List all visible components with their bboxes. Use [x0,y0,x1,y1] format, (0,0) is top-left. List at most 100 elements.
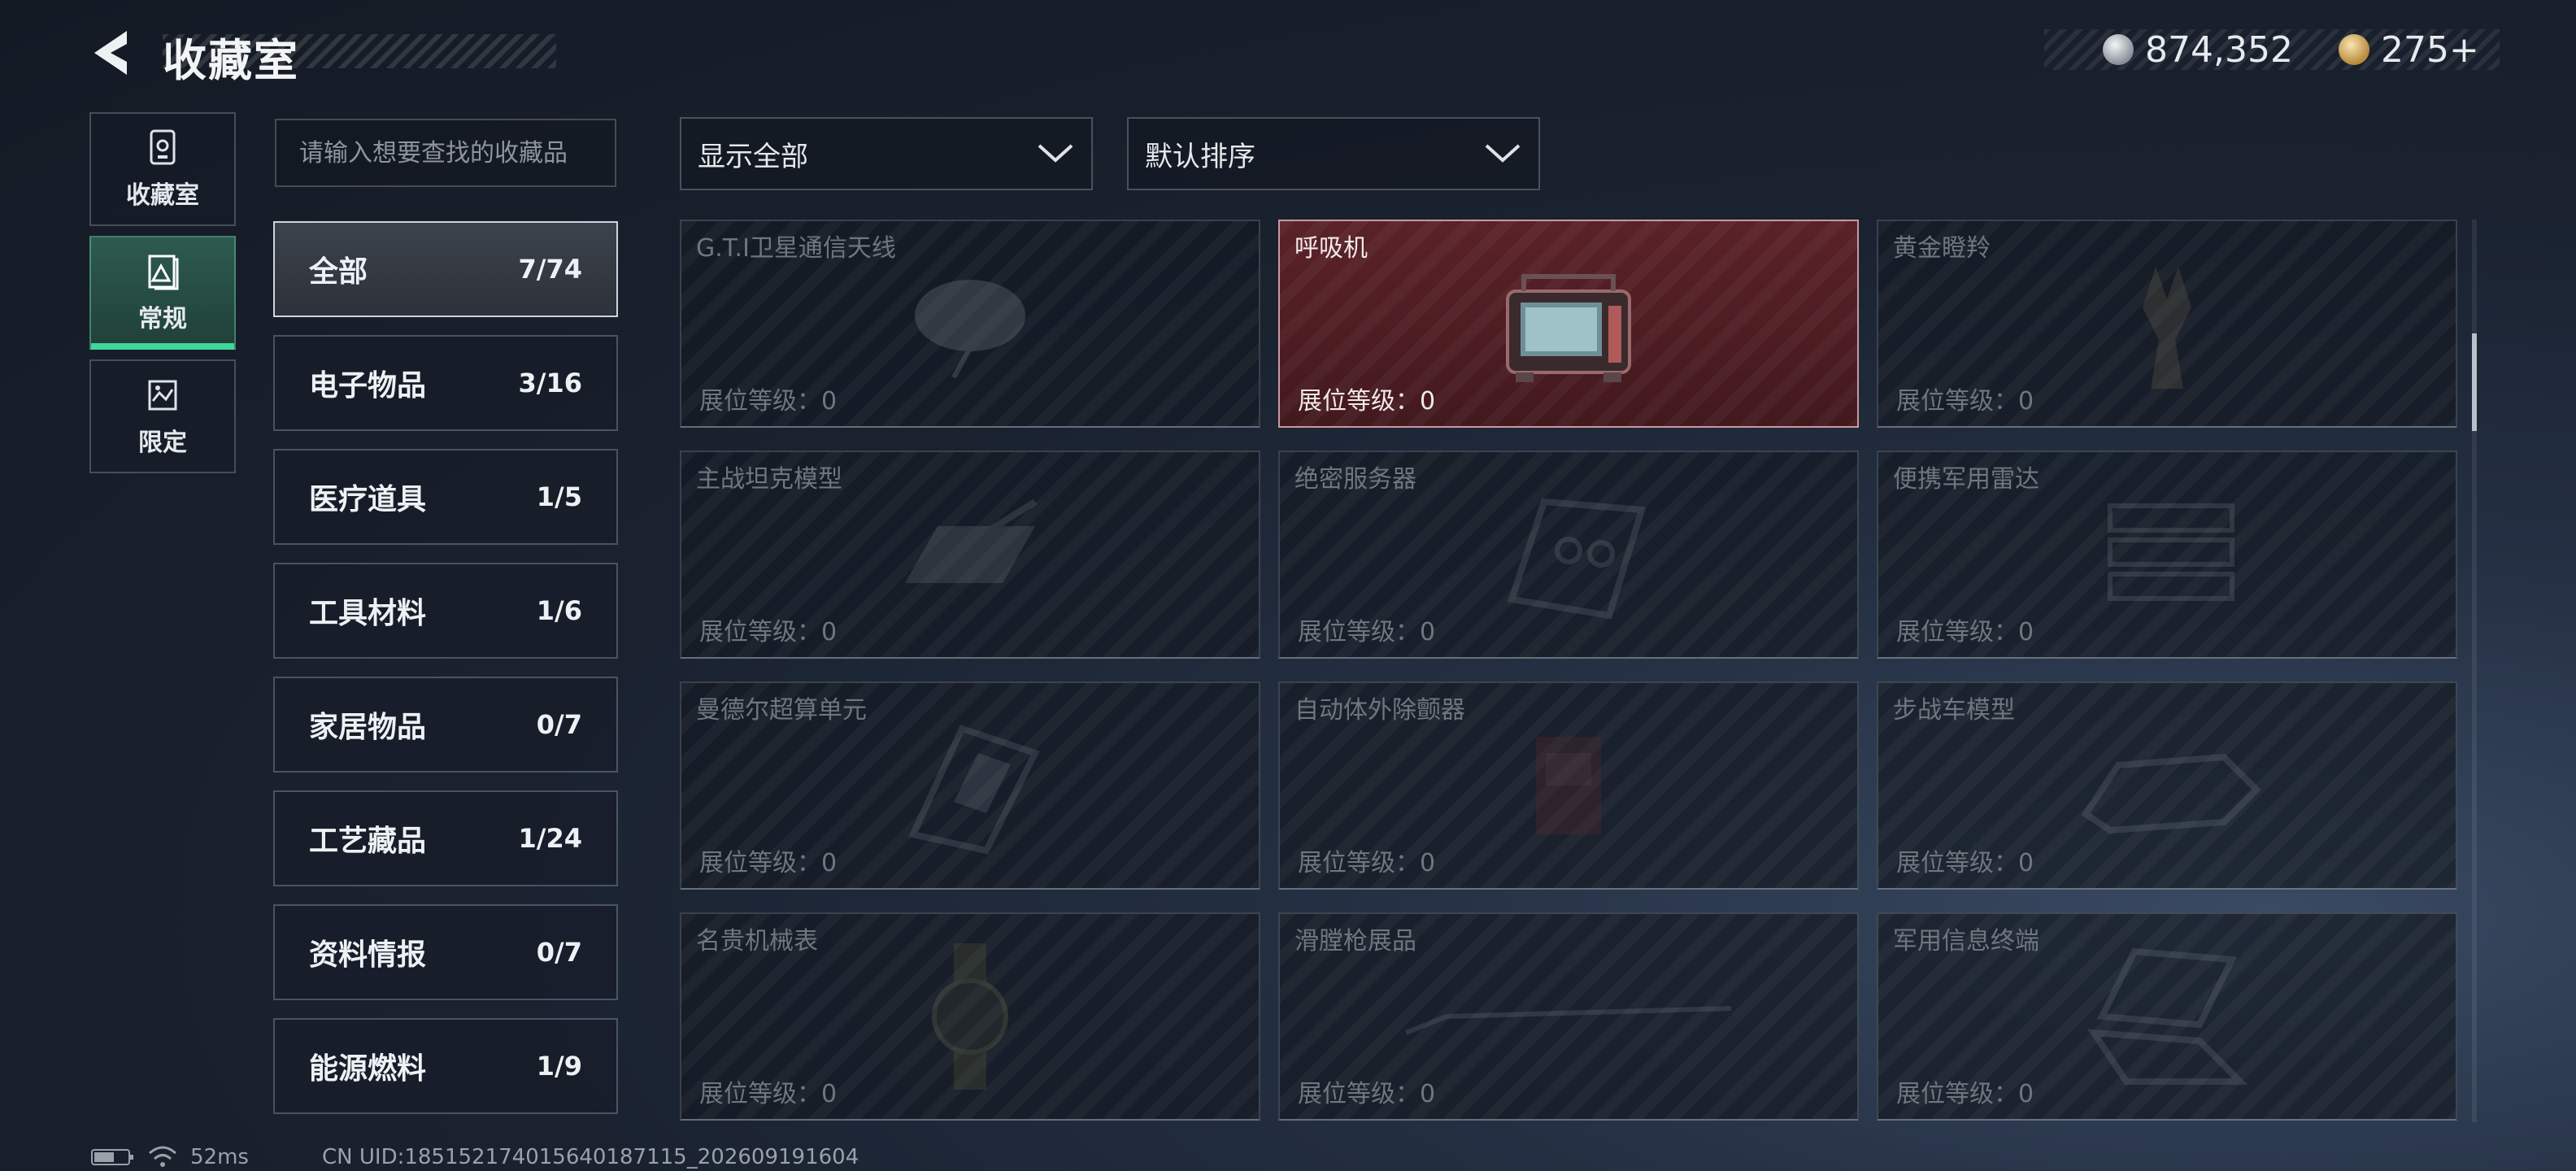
category-tools[interactable]: 工具材料 1/6 [273,563,618,659]
back-button[interactable] [85,24,141,81]
category-count: 1/24 [518,823,582,854]
status-bar: 52ms [91,1145,249,1169]
category-energy[interactable]: 能源燃料 1/9 [273,1018,618,1114]
category-count: 3/16 [518,368,582,398]
ping-value: 52ms [190,1145,249,1169]
watch-icon [932,943,1008,1090]
category-name: 资料情报 [309,938,427,972]
item-level: 展位等级：0 [1298,849,1436,877]
item-level: 展位等级：0 [1298,387,1436,416]
item-level: 展位等级：0 [1298,1080,1436,1108]
category-count: 7/74 [518,254,582,285]
collection-card[interactable]: 呼吸机 展位等级：0 [1278,220,1859,428]
category-name: 工艺藏品 [309,825,427,858]
collection-card[interactable]: 主战坦克模型 展位等级：0 [680,451,1260,659]
ventilator-icon [1506,274,1631,382]
info-terminal-icon [2087,947,2248,1085]
collection-card[interactable]: 曼德尔超算单元 展位等级：0 [680,681,1260,890]
item-name: 呼吸机 [1295,234,1368,263]
item-name: 便携军用雷达 [1893,465,2039,494]
server-icon [1507,498,1647,620]
collection-card[interactable]: 名贵机械表 展位等级：0 [680,912,1260,1121]
category-name: 医疗道具 [309,483,427,516]
category-intel[interactable]: 资料情报 0/7 [273,904,618,1000]
category-name: 全部 [309,255,368,289]
item-name: 滑膛枪展品 [1295,927,1416,956]
ifv-model-icon [2081,753,2261,834]
item-name: 黄金瞪羚 [1893,234,1991,263]
musket-icon [1404,1006,1732,1035]
category-household[interactable]: 家居物品 0/7 [273,677,618,773]
sort-dropdown[interactable]: 默认排序 [1127,117,1540,190]
category-medical[interactable]: 医疗道具 1/5 [273,449,618,545]
uid-text: CN UID:1851521740156401871​15_2026091916… [322,1145,859,1169]
item-name: 绝密服务器 [1295,465,1416,494]
defibrillator-icon [1536,737,1601,834]
limited-collection-icon [148,380,177,411]
item-name: 军用信息终端 [1893,927,2039,956]
silver-coin-icon [2103,34,2134,65]
item-level: 展位等级：0 [1896,1080,2034,1108]
collection-card[interactable]: G.T.I卫星通信天线 展位等级：0 [680,220,1260,428]
category-count: 1/5 [536,481,582,512]
item-level: 展位等级：0 [699,849,838,877]
tab-label: 限定 [138,429,187,457]
item-level: 展位等级：0 [1896,618,2034,646]
category-name: 电子物品 [309,369,427,403]
display-filter-dropdown[interactable]: 显示全部 [680,117,1093,190]
item-name: 名贵机械表 [696,927,818,956]
collection-card[interactable]: 便携军用雷达 展位等级：0 [1877,451,2457,659]
collection-room-icon [150,129,176,165]
tab-limited[interactable]: 限定 [89,359,236,473]
category-count: 0/7 [536,709,582,740]
grid-scrollbar-thumb[interactable] [2472,333,2477,431]
gold-currency[interactable]: 275+ [2339,28,2479,71]
item-name: G.T.I卫星通信天线 [696,234,896,263]
page-title: 收藏室 [163,35,299,86]
category-count: 1/6 [536,595,582,626]
wifi-icon [149,1146,176,1167]
tab-collection-room[interactable]: 收藏室 [89,112,236,226]
collection-card[interactable]: 绝密服务器 展位等级：0 [1278,451,1859,659]
category-name: 工具材料 [309,597,427,630]
item-level: 展位等级：0 [699,387,838,416]
category-all[interactable]: 全部 7/74 [273,221,618,317]
item-level: 展位等级：0 [1298,618,1436,646]
item-name: 步战车模型 [1893,696,2015,725]
chevron-down-icon [1038,144,1073,163]
category-list: 全部 7/74 电子物品 3/16 医疗道具 1/5 工具材料 1/6 家居物品… [273,221,618,1132]
tab-regular[interactable]: 常规 [89,236,236,350]
back-arrow-icon [94,31,127,75]
currency-bar: 874,352 275+ [2044,28,2500,71]
item-level: 展位等级：0 [1896,849,2034,877]
category-crafts[interactable]: 工艺藏品 1/24 [273,790,618,886]
category-electronics[interactable]: 电子物品 3/16 [273,335,618,431]
category-name: 家居物品 [309,711,427,744]
gold-coin-icon [2339,34,2369,65]
radar-icon [2108,503,2234,601]
chevron-down-icon [1485,144,1521,163]
gold-amount: 275+ [2381,28,2479,71]
collection-card[interactable]: 自动体外除颤器 展位等级：0 [1278,681,1859,890]
collection-card[interactable]: 滑膛枪展品 展位等级：0 [1278,912,1859,1121]
regular-collection-icon [148,255,179,290]
category-name: 能源燃料 [309,1052,427,1086]
collection-card[interactable]: 黄金瞪羚 展位等级：0 [1877,220,2457,428]
tab-label: 收藏室 [126,181,199,210]
golden-gazelle-icon [2143,267,2191,389]
search-box[interactable] [275,119,616,187]
item-name: 曼德尔超算单元 [696,696,867,725]
search-input[interactable] [276,120,615,185]
top-bar: 收藏室 874,352 275+ [0,0,2576,106]
category-count: 1/9 [536,1051,582,1082]
item-level: 展位等级：0 [699,618,838,646]
item-name: 自动体外除颤器 [1295,696,1465,725]
collection-card[interactable]: 军用信息终端 展位等级：0 [1877,912,2457,1121]
silver-amount: 874,352 [2145,28,2293,71]
supercomputer-unit-icon [908,725,1040,855]
battery-icon [91,1149,133,1165]
item-level: 展位等级：0 [699,1080,838,1108]
tank-model-icon [905,498,1038,583]
item-level: 展位等级：0 [1896,387,2034,416]
collection-card[interactable]: 步战车模型 展位等级：0 [1877,681,2457,890]
